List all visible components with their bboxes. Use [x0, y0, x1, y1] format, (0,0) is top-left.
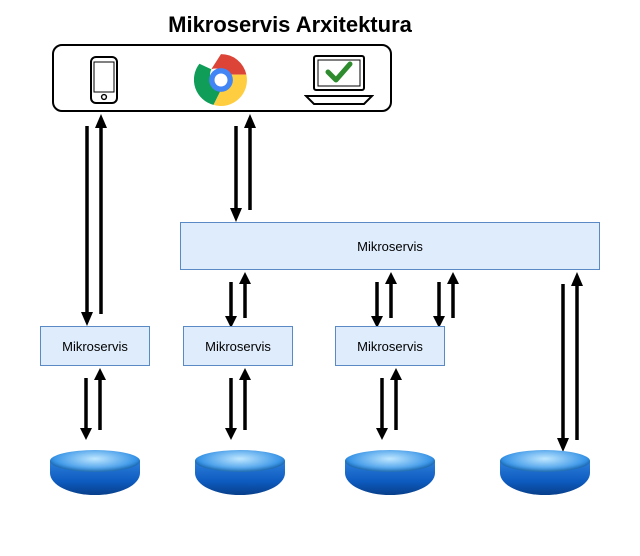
laptop-check-icon	[304, 54, 374, 106]
service-label: Mikroservis	[205, 339, 271, 354]
database-icon-4	[500, 450, 590, 495]
bidir-arrow-client-gateway-icon	[226, 114, 262, 227]
database-icon-1	[50, 450, 140, 495]
bidir-arrow-gateway-svc1-icon	[222, 272, 256, 333]
bidir-arrow-gateway-svc3-icon	[430, 272, 464, 333]
service-box-1: Mikroservis	[40, 326, 150, 366]
bidir-arrow-svc3-db3-icon	[373, 368, 407, 445]
chrome-icon	[194, 53, 248, 107]
gateway-box: Mikroservis	[180, 222, 600, 270]
gateway-label: Mikroservis	[357, 239, 423, 254]
bidir-arrow-gateway-db4-icon	[553, 272, 589, 457]
service-box-3: Mikroservis	[335, 326, 445, 366]
phone-icon	[90, 56, 118, 104]
service-label: Mikroservis	[62, 339, 128, 354]
bidir-arrow-client-left-icon	[77, 114, 113, 331]
bidir-arrow-svc2-db2-icon	[222, 368, 256, 445]
service-label: Mikroservis	[357, 339, 423, 354]
database-icon-3	[345, 450, 435, 495]
bidir-arrow-svc1-db1-icon	[77, 368, 111, 445]
database-icon-2	[195, 450, 285, 495]
service-box-2: Mikroservis	[183, 326, 293, 366]
bidir-arrow-gateway-svc2-icon	[368, 272, 402, 333]
diagram-title: Mikroservis Arxitektura	[0, 12, 640, 38]
client-layer-box	[52, 44, 392, 112]
